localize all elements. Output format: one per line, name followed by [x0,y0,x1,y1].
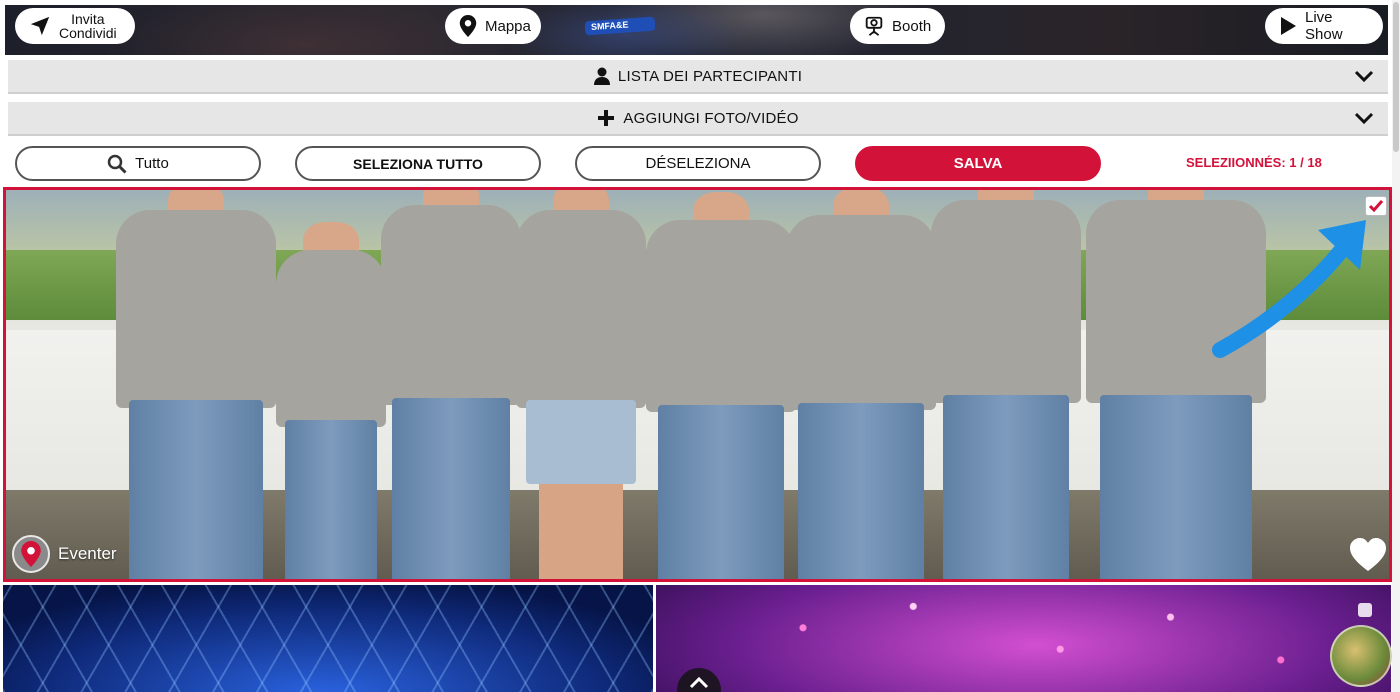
send-icon [30,16,50,36]
invite-share-button[interactable]: Invita Condividi [15,8,135,44]
photo-thumbnail[interactable] [3,585,653,692]
invite-label: Invita [71,11,105,27]
deselect-button[interactable]: DÉSELEZIONA [575,146,821,181]
booth-button[interactable]: Booth [850,8,945,44]
floating-avatar[interactable] [1330,625,1392,687]
filter-all-label: Tutto [135,155,169,172]
header-banner: SMFA&E Invita Condividi Mappa Booth Live… [5,5,1388,55]
plus-icon [598,110,615,126]
share-label: Condividi [59,25,117,41]
selected-photo[interactable] [3,187,1392,582]
eventer-logo [12,535,50,573]
save-label: SALVA [953,155,1003,172]
photo-person [646,192,796,579]
selection-count: SELEZIIONNÉS: 1 / 18 [1186,155,1322,170]
check-icon [1369,200,1383,212]
filter-all-button[interactable]: Tutto [15,146,261,181]
photo-thumbnail[interactable] [656,585,1391,692]
photo-person [116,190,276,579]
participants-accordion[interactable]: LISTA DEI PARTECIPANTI [8,60,1388,94]
photo-source: Eventer [12,535,117,573]
select-all-label: SELEZIONA TUTTO [353,155,483,172]
map-label: Mappa [485,17,531,35]
booth-label: Booth [892,17,932,35]
camera-icon [865,16,883,36]
arrow-annotation-icon [1212,220,1366,358]
photo-select-checkbox[interactable] [1365,196,1387,216]
thumbnail-select-checkbox[interactable] [1358,603,1372,617]
heart-icon[interactable] [1350,538,1386,572]
live-show-button[interactable]: Live Show [1265,8,1383,44]
search-icon [107,154,127,174]
save-button[interactable]: SALVA [855,146,1101,181]
select-all-button[interactable]: SELEZIONA TUTTO [295,146,541,181]
chevron-down-icon[interactable] [1354,111,1374,125]
chevron-up-icon [689,676,709,689]
photo-person [931,190,1081,579]
chevron-down-icon[interactable] [1354,69,1374,83]
photo-person [516,190,646,579]
map-button[interactable]: Mappa [445,8,541,44]
location-pin-icon [21,541,41,567]
participants-label: LISTA DEI PARTECIPANTI [617,67,803,85]
play-icon [1281,17,1296,35]
photo-person [381,190,521,579]
add-media-label: AGGIUNGI FOTO/VIDÉO [623,109,799,127]
photo-person [786,190,936,579]
scrollbar-thumb[interactable] [1393,2,1399,152]
photo-person [276,222,386,579]
add-media-accordion[interactable]: AGGIUNGI FOTO/VIDÉO [8,102,1388,136]
banner-wristband: SMFA&E [584,16,656,36]
live-label: Live Show [1305,9,1343,43]
deselect-label: DÉSELEZIONA [645,155,751,172]
eventer-label: Eventer [58,544,117,563]
user-icon [593,67,610,85]
wristband-text: SMFA&E [590,19,629,33]
map-pin-icon [459,15,477,37]
